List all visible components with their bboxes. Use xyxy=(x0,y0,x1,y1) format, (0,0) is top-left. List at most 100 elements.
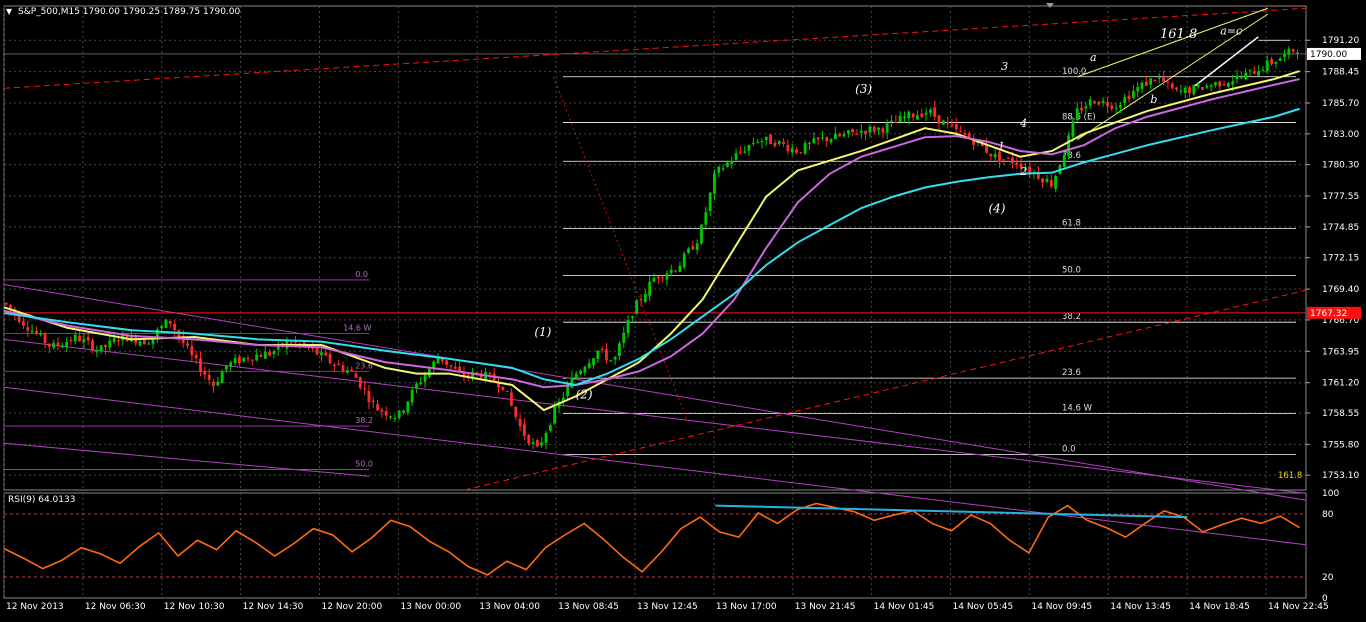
candle-body xyxy=(609,360,613,362)
candle-body xyxy=(160,325,164,329)
rsi-header: RSI(9) 64.0133 xyxy=(8,495,75,505)
candle-body xyxy=(890,120,893,122)
trading-chart[interactable]: 100.0 88.6 (E) 78.6 61.8 50.0 38.2 23.6 14.6 W0… xyxy=(0,0,1366,618)
candle-body xyxy=(1088,99,1092,106)
candle-body xyxy=(436,358,440,364)
candle-body xyxy=(229,362,233,367)
fib-level-label: 23.6 xyxy=(1062,368,1081,378)
candle-body xyxy=(380,409,384,412)
candle-body xyxy=(527,434,531,444)
candle-body xyxy=(186,343,189,346)
candle-body xyxy=(630,316,634,318)
candle-body xyxy=(954,124,958,130)
candle-body xyxy=(1278,58,1282,61)
candle-body xyxy=(1136,86,1140,92)
candle-body xyxy=(531,442,535,444)
candle-body xyxy=(535,440,539,447)
candle-body xyxy=(268,351,272,356)
candle-body xyxy=(112,338,116,343)
fib-level-label: 88.6 (E) xyxy=(1062,112,1096,122)
candle-body xyxy=(445,360,449,365)
candle-body xyxy=(1075,108,1079,121)
candle-body xyxy=(263,351,267,359)
candle-body xyxy=(1170,83,1174,89)
candle-body xyxy=(1205,85,1209,88)
candle-body xyxy=(622,332,626,343)
candle-body xyxy=(510,392,513,406)
candle-body xyxy=(1119,105,1122,108)
candle-body xyxy=(1291,49,1295,52)
candle-body xyxy=(1214,82,1217,86)
candle-body xyxy=(419,382,423,385)
candle-body xyxy=(868,126,872,133)
candle-body xyxy=(1106,102,1109,107)
candle-body xyxy=(242,357,246,362)
candle-body xyxy=(514,406,518,417)
candle-body xyxy=(998,151,1001,162)
candle-body xyxy=(1144,81,1148,87)
candle-body xyxy=(1015,162,1019,165)
wave-label: 2 xyxy=(1019,165,1027,178)
candle-body xyxy=(65,342,69,348)
candle-body xyxy=(410,389,414,403)
candle-body xyxy=(168,320,172,324)
candle-body xyxy=(846,130,850,134)
candle-body xyxy=(851,128,855,133)
candle-body xyxy=(704,212,708,225)
x-tick-label: 12 Nov 06:30 xyxy=(85,602,146,612)
candle-body xyxy=(332,364,336,366)
x-tick-label: 13 Nov 21:45 xyxy=(795,602,856,612)
candle-body xyxy=(941,120,945,125)
rsi-tick-label: 80 xyxy=(1322,510,1334,520)
candle-body xyxy=(1123,97,1127,103)
candle-body xyxy=(833,133,837,140)
candle-body xyxy=(1175,87,1178,90)
x-tick-label: 14 Nov 05:45 xyxy=(953,602,1014,612)
candle-body xyxy=(397,410,401,418)
candle-body xyxy=(250,359,254,361)
y-tick-label: 1774.85 xyxy=(1322,223,1359,233)
candle-body xyxy=(1028,166,1032,173)
chart-header: S&P_500,M15 1790.00 1790.25 1789.75 1790… xyxy=(18,7,241,17)
x-tick-label: 13 Nov 12:45 xyxy=(637,602,698,612)
x-tick-label: 13 Nov 08:45 xyxy=(558,602,619,612)
fib-level-label: 38.2 xyxy=(1062,312,1081,322)
candle-body xyxy=(916,115,919,120)
candle-body xyxy=(225,365,228,370)
header-dropdown-icon[interactable]: ▼ xyxy=(6,7,13,16)
candle-body xyxy=(747,145,751,151)
candle-body xyxy=(337,363,341,366)
candle-body xyxy=(881,128,885,133)
candle-body xyxy=(1166,81,1170,83)
candle-body xyxy=(639,298,643,301)
candle-body xyxy=(946,121,950,124)
candle-body xyxy=(1235,75,1239,80)
candle-body xyxy=(894,121,898,123)
wave-label: (2) xyxy=(576,388,593,402)
candle-body xyxy=(674,270,677,272)
y-tick-label: 1755.80 xyxy=(1322,440,1359,450)
candle-body xyxy=(22,321,25,326)
candle-body xyxy=(1049,180,1053,187)
candle-body xyxy=(605,349,608,361)
candle-body xyxy=(212,381,215,387)
candle-body xyxy=(384,411,388,416)
candle-body xyxy=(1239,77,1243,79)
y-tick-label: 1785.70 xyxy=(1322,99,1359,109)
candle-body xyxy=(164,319,168,328)
fib-level-label: 61.8 xyxy=(1062,219,1081,229)
wave-label: b xyxy=(1150,93,1157,106)
candle-body xyxy=(691,246,695,250)
candle-body xyxy=(1287,48,1291,55)
candle-body xyxy=(618,343,621,356)
candle-body xyxy=(812,138,816,144)
candle-body xyxy=(859,130,863,133)
x-tick-label: 12 Nov 14:30 xyxy=(243,602,304,612)
candle-body xyxy=(855,133,859,135)
left-fib-label: 38.2 xyxy=(355,416,373,425)
candle-body xyxy=(376,404,379,411)
candle-body xyxy=(1162,76,1166,82)
candle-body xyxy=(1067,135,1070,157)
x-tick-label: 12 Nov 10:30 xyxy=(164,602,225,612)
candle-body xyxy=(548,425,552,431)
